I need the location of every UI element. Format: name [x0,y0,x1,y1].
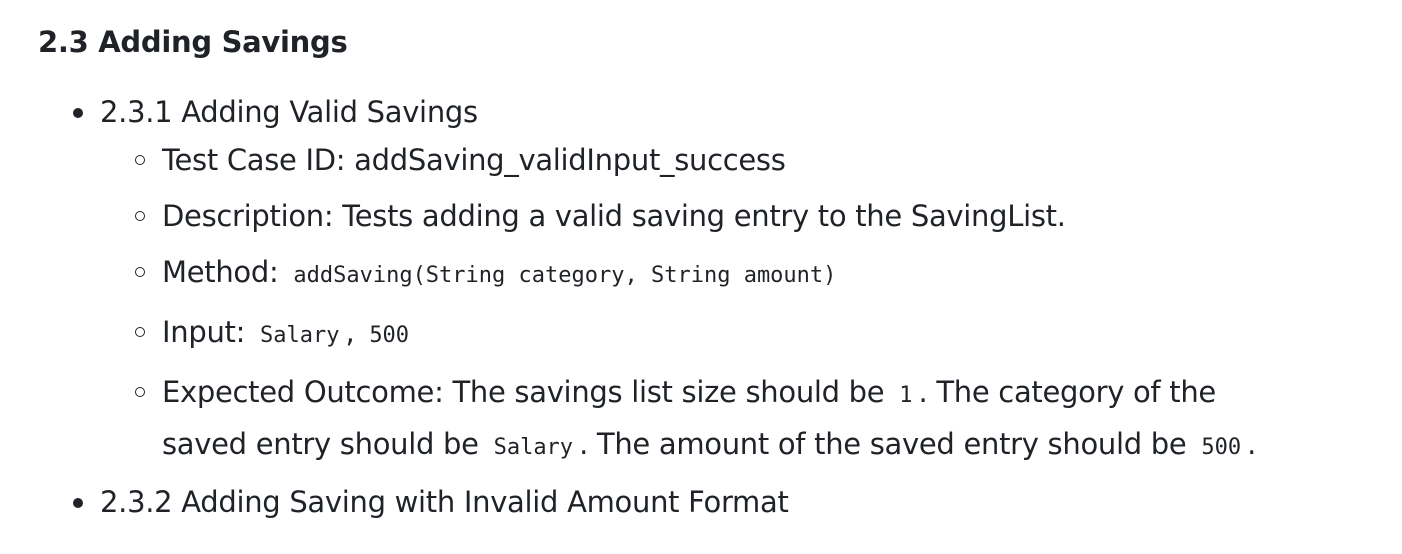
description-text: Description: Tests adding a valid saving… [162,199,1066,233]
outcome-code-size: 1 [899,383,913,408]
bullet-circle-icon [135,387,145,397]
bullet-circle-icon [135,155,145,165]
bullet-circle-icon [135,327,145,337]
input-code-amount: 500 [369,323,410,348]
input-code-category: Salary [259,323,340,348]
outcome-text: Expected Outcome: The savings list size … [162,375,885,409]
test-case-details: Test Case ID: addSaving_validInput_succe… [100,136,1402,472]
method-code: addSaving(String category, String amount… [293,263,837,288]
method-label: Method: [162,255,279,289]
section-heading: 2.3 Adding Savings [38,25,348,59]
detail-description: Description: Tests adding a valid saving… [100,192,1282,240]
outcome-code-category: Salary [493,435,574,460]
input-separator: , [345,315,355,349]
input-label: Input: [162,315,246,349]
detail-test-case-id: Test Case ID: addSaving_validInput_succe… [100,136,1282,184]
outcome-text: . [1247,427,1256,461]
bullet-disc-icon [73,498,83,508]
item-title: 2.3.2 Adding Saving with Invalid Amount … [100,485,789,519]
test-case-id-text: Test Case ID: addSaving_validInput_succe… [162,143,786,177]
list-item-invalid-amount: 2.3.2 Adding Saving with Invalid Amount … [38,478,1402,526]
outcome-text: . The amount of the saved entry should b… [579,427,1187,461]
detail-method: Method: addSaving(String category, Strin… [100,248,1282,300]
outcome-code-amount: 500 [1201,435,1242,460]
bullet-circle-icon [135,211,145,221]
list-item-valid-savings: 2.3.1 Adding Valid Savings Test Case ID:… [38,88,1402,472]
detail-input: Input: Salary, 500 [100,308,1282,360]
detail-expected-outcome: Expected Outcome: The savings list size … [100,368,1282,472]
test-case-list: 2.3.1 Adding Valid Savings Test Case ID:… [38,88,1402,526]
document: 2.3 Adding Savings 2.3.1 Adding Valid Sa… [0,0,1402,526]
bullet-circle-icon [135,267,145,277]
bullet-disc-icon [73,108,83,118]
item-title: 2.3.1 Adding Valid Savings [100,95,478,129]
